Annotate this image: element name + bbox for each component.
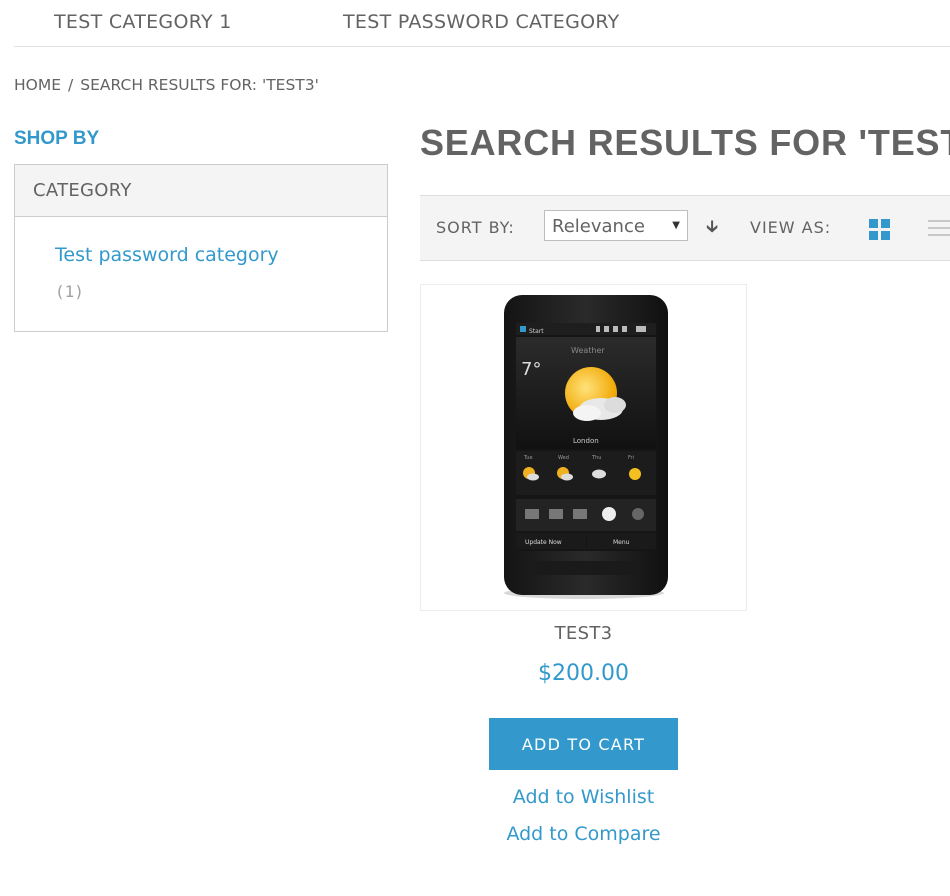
sort-by-label: SORT BY: xyxy=(436,218,515,237)
screen-day-2: Wed xyxy=(558,455,569,461)
category-filter-header[interactable]: CATEGORY xyxy=(15,165,387,217)
screen-update-now: Update Now xyxy=(525,539,562,546)
smartphone-image: Start Weather 7° London Tue Wed Thu Fri xyxy=(504,295,668,599)
breadcrumb: HOME / SEARCH RESULTS FOR: 'TEST3' xyxy=(14,76,319,94)
screen-weather: Weather xyxy=(571,346,605,355)
product-price: $200.00 xyxy=(538,661,629,686)
product-name[interactable]: TEST3 xyxy=(420,623,747,644)
screen-menu: Menu xyxy=(613,539,630,546)
add-to-compare-link[interactable]: Add to Compare xyxy=(420,823,747,845)
page-title: SEARCH RESULTS FOR 'TEST3' xyxy=(420,122,950,163)
screen-day-4: Fri xyxy=(628,455,634,461)
screen-start: Start xyxy=(529,328,544,335)
breadcrumb-home-link[interactable]: HOME xyxy=(14,76,61,94)
view-as-label: VIEW AS: xyxy=(750,218,832,237)
screen-day-3: Thu xyxy=(591,455,601,461)
breadcrumb-current: SEARCH RESULTS FOR: 'TEST3' xyxy=(80,76,319,94)
grid-icon[interactable] xyxy=(869,219,891,241)
product-toolbar: SORT BY: Relevance ▼ 🡳 VIEW AS: xyxy=(420,195,950,261)
screen-temp: 7° xyxy=(521,359,541,380)
sort-by-value: Relevance xyxy=(552,216,645,237)
nav-item-test-password-category[interactable]: TEST PASSWORD CATEGORY xyxy=(343,11,620,33)
breadcrumb-separator: / xyxy=(68,76,74,94)
category-filter-block: CATEGORY Test password category (1) xyxy=(14,164,388,332)
category-filter-link[interactable]: Test password category xyxy=(55,244,279,266)
product-image[interactable]: Start Weather 7° London Tue Wed Thu Fri xyxy=(420,284,747,611)
sort-by-select[interactable]: Relevance ▼ xyxy=(544,210,688,241)
nav-item-test-category-1[interactable]: TEST CATEGORY 1 xyxy=(54,11,232,33)
top-navigation: TEST CATEGORY 1 TEST PASSWORD CATEGORY xyxy=(14,0,950,47)
category-filter-count: (1) xyxy=(55,282,84,301)
arrow-down-icon[interactable]: 🡳 xyxy=(706,214,718,243)
screen-city: London xyxy=(573,437,599,445)
add-to-cart-button[interactable]: ADD TO CART xyxy=(489,718,678,770)
shop-by-heading: SHOP BY xyxy=(14,128,100,149)
category-filter-title: CATEGORY xyxy=(33,180,132,201)
select-arrow-icon: ▼ xyxy=(672,220,680,231)
add-to-wishlist-link[interactable]: Add to Wishlist xyxy=(420,786,747,808)
list-icon[interactable] xyxy=(928,220,950,238)
screen-day-1: Tue xyxy=(523,455,533,461)
